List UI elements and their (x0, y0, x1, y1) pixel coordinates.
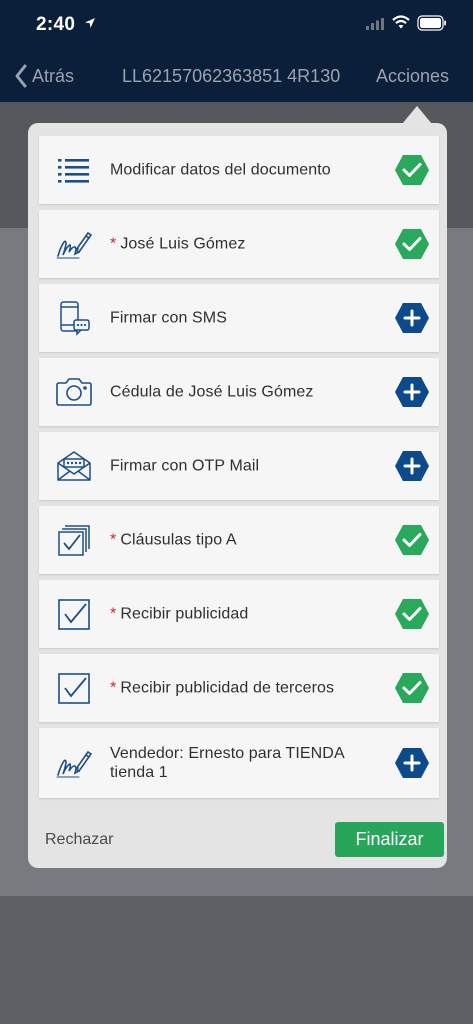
status-time: 2:40 (36, 14, 76, 35)
action-label-text: José Luis Gómez (120, 235, 246, 253)
action-label-text: Recibir publicidad de terceros (120, 679, 335, 697)
status-completed (394, 524, 430, 556)
action-label-text: Cédula de José Luis Gómez (110, 383, 314, 401)
signature-icon (55, 225, 93, 263)
required-asterisk: * (110, 235, 117, 253)
action-label: Modificar datos del documento (110, 161, 369, 180)
action-row[interactable]: * Recibir publicidad de terceros (39, 654, 439, 722)
status-completed (394, 672, 430, 704)
finalize-button[interactable]: Finalizar (335, 822, 444, 857)
action-label-text: Firmar con SMS (110, 309, 227, 327)
cellular-signal-icon (366, 18, 384, 30)
action-label-text: Vendedor: Ernesto para TIENDA tienda 1 (110, 745, 344, 781)
mail-icon (55, 447, 93, 485)
action-label: * Recibir publicidad de terceros (110, 679, 369, 698)
back-button[interactable]: Atrás (14, 64, 74, 88)
checkbox-icon (55, 595, 93, 633)
checkbox-icon (55, 669, 93, 707)
status-completed (394, 154, 430, 186)
add-plus-icon (395, 303, 429, 333)
actions-popover: Modificar datos del documento * José Luis… (28, 123, 447, 868)
completed-check-icon (395, 155, 429, 185)
location-arrow-icon (85, 18, 95, 28)
action-row[interactable]: * Recibir publicidad (39, 580, 439, 648)
action-label: * Recibir publicidad (110, 605, 369, 624)
status-bar: 2:40 (0, 0, 473, 50)
action-label-text: Cláusulas tipo A (120, 531, 237, 549)
status-add-button[interactable] (394, 747, 430, 779)
add-plus-icon (395, 377, 429, 407)
completed-check-icon (395, 673, 429, 703)
required-asterisk: * (110, 605, 117, 623)
status-add-button[interactable] (394, 302, 430, 334)
chevron-left-icon (15, 64, 27, 88)
status-add-button[interactable] (394, 376, 430, 408)
battery-icon (417, 15, 446, 31)
action-row[interactable]: Cédula de José Luis Gómez (39, 358, 439, 426)
action-label: Cédula de José Luis Gómez (110, 383, 369, 402)
signature-icon (55, 744, 93, 782)
popover-arrow (402, 106, 432, 124)
nav-bar: Atrás LL62157062363851 4R130 Acciones (0, 50, 473, 102)
completed-check-icon (395, 229, 429, 259)
action-row[interactable]: Firmar con SMS (39, 284, 439, 352)
background-overlay-bottom (0, 896, 473, 1024)
action-row[interactable]: Modificar datos del documento (39, 136, 439, 204)
action-label: Vendedor: Ernesto para TIENDA tienda 1 (110, 744, 369, 782)
reject-button[interactable]: Rechazar (45, 831, 113, 849)
action-label: Firmar con SMS (110, 309, 369, 328)
status-completed (394, 228, 430, 260)
phone-sms-icon (55, 299, 93, 337)
completed-check-icon (395, 599, 429, 629)
list-icon (55, 151, 93, 189)
document-id-title: LL62157062363851 4R130 (122, 66, 341, 86)
wifi-icon (392, 15, 410, 29)
stacked-checkbox-icon (55, 521, 93, 559)
required-asterisk: * (110, 531, 117, 549)
action-row[interactable]: Firmar con OTP Mail (39, 432, 439, 500)
add-plus-icon (395, 451, 429, 481)
action-row[interactable]: Vendedor: Ernesto para TIENDA tienda 1 (39, 728, 439, 798)
action-label-text: Firmar con OTP Mail (110, 457, 260, 475)
action-label: * José Luis Gómez (110, 235, 369, 254)
camera-icon (55, 373, 93, 411)
action-label-text: Modificar datos del documento (110, 161, 331, 179)
action-label: * Cláusulas tipo A (110, 531, 369, 550)
action-label: Firmar con OTP Mail (110, 457, 369, 476)
add-plus-icon (395, 748, 429, 778)
actions-button[interactable]: Acciones (376, 66, 449, 87)
action-row[interactable]: * Cláusulas tipo A (39, 506, 439, 574)
completed-check-icon (395, 525, 429, 555)
status-completed (394, 598, 430, 630)
action-label-text: Recibir publicidad (120, 605, 249, 623)
status-add-button[interactable] (394, 450, 430, 482)
required-asterisk: * (110, 679, 117, 697)
action-row[interactable]: * José Luis Gómez (39, 210, 439, 278)
back-label: Atrás (32, 65, 75, 86)
